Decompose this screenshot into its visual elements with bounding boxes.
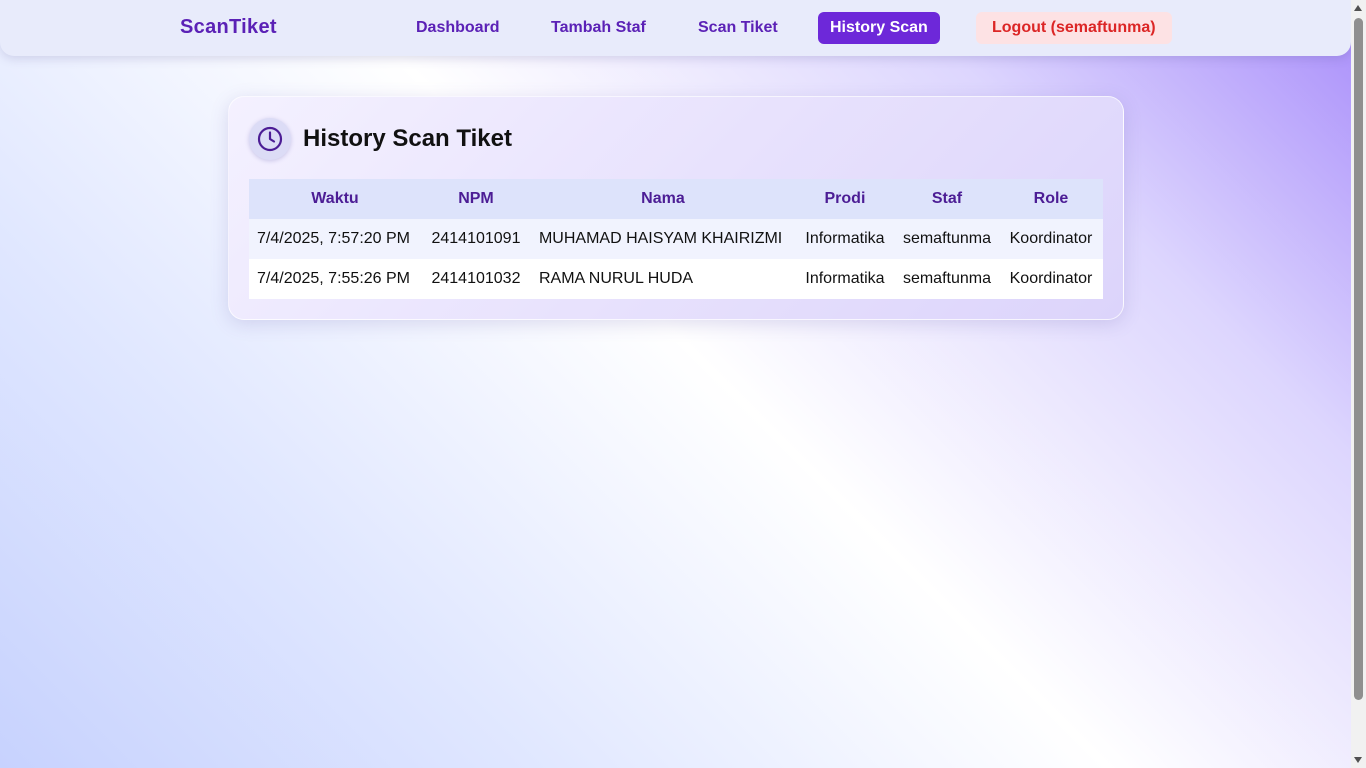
column-header-staf: Staf — [931, 190, 963, 207]
cell-npm: 2414101091 — [431, 230, 521, 247]
cell-waktu: 7/4/2025, 7:57:20 PM — [257, 230, 410, 247]
clock-icon — [249, 118, 291, 160]
cell-role: Koordinator — [1009, 230, 1093, 247]
table-row: 7/4/2025, 7:57:20 PM 2414101091 MUHAMAD … — [249, 219, 1103, 259]
column-header-prodi: Prodi — [824, 190, 866, 207]
cell-staf: semaftunma — [902, 270, 991, 287]
column-header-nama: Nama — [641, 190, 685, 207]
table-header-row: Waktu NPM Nama Prodi Staf Role — [249, 179, 1103, 219]
cell-staf: semaftunma — [902, 230, 991, 247]
cell-nama: RAMA NURUL HUDA — [538, 270, 694, 287]
scroll-up-arrow-icon[interactable] — [1354, 5, 1362, 11]
scrollbar-thumb[interactable] — [1354, 18, 1363, 700]
history-card: History Scan Tiket Waktu NPM Nama Prodi … — [228, 96, 1124, 320]
top-navbar: ScanTiket Dashboard Tambah Staf Scan Tik… — [0, 0, 1351, 56]
nav-tambah-staf[interactable]: Tambah Staf — [539, 12, 658, 44]
card-header: History Scan Tiket — [249, 117, 512, 161]
logout-button[interactable]: Logout (semaftunma) — [976, 12, 1172, 44]
column-header-waktu: Waktu — [311, 190, 359, 207]
column-header-npm: NPM — [458, 190, 494, 207]
cell-prodi: Informatika — [805, 270, 885, 287]
cell-prodi: Informatika — [805, 230, 885, 247]
table-row: 7/4/2025, 7:55:26 PM 2414101032 RAMA NUR… — [249, 259, 1103, 299]
column-header-role: Role — [1033, 190, 1069, 207]
cell-npm: 2414101032 — [431, 270, 521, 287]
nav-scan-tiket[interactable]: Scan Tiket — [686, 12, 790, 44]
cell-role: Koordinator — [1009, 270, 1093, 287]
page-title: History Scan Tiket — [303, 125, 512, 152]
nav-history-scan[interactable]: History Scan — [818, 12, 940, 44]
page: ScanTiket Dashboard Tambah Staf Scan Tik… — [0, 0, 1351, 768]
cell-nama: MUHAMAD HAISYAM KHAIRIZMI — [538, 230, 783, 247]
brand-logo[interactable]: ScanTiket — [180, 16, 277, 39]
cell-waktu: 7/4/2025, 7:55:26 PM — [257, 270, 410, 287]
history-table: Waktu NPM Nama Prodi Staf Role 7/4/2025,… — [249, 179, 1103, 299]
nav-dashboard[interactable]: Dashboard — [404, 12, 512, 44]
vertical-scrollbar[interactable] — [1351, 0, 1366, 768]
scroll-down-arrow-icon[interactable] — [1354, 757, 1362, 763]
